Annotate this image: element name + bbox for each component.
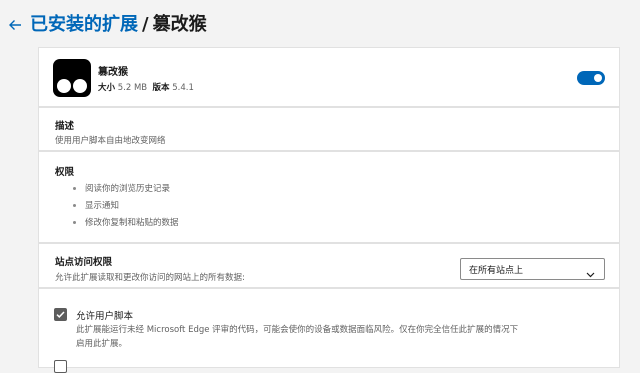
version-label: 版本 [152,83,170,93]
tampermonkey-logo-icon [53,59,91,97]
site-access-title: 站点访问权限 [55,257,113,268]
description-section: 描述 使用用户脚本自由地改变网络 [38,107,620,151]
description-text: 使用用户脚本自由地改变网络 [55,136,166,146]
second-option-checkbox[interactable] [54,360,67,373]
breadcrumb-parent-link[interactable]: 已安装的扩展 [30,14,138,35]
extension-header-card: 篡改猴 大小 5.2 MB 版本 5.4.1 [38,47,620,107]
allow-user-scripts-description: 此扩展能运行未经 Microsoft Edge 评审的代码，可能会使你的设备或数… [76,323,604,351]
breadcrumb-current: 篡改猴 [152,14,207,35]
permission-item: 修改你复制和粘贴的数据 [73,216,179,233]
permissions-section: 权限 阅读你的浏览历史记录 显示通知 修改你复制和粘贴的数据 [38,151,620,243]
chevron-down-icon [586,264,595,278]
breadcrumb-separator: / [142,14,149,35]
extension-enable-toggle[interactable] [577,71,605,85]
allow-user-scripts-label: 允许用户脚本 [76,311,134,322]
site-access-dropdown[interactable]: 在所有站点上 [460,258,605,280]
site-access-section: 站点访问权限 允许此扩展读取和更改你访问的网站上的所有数据: 在所有站点上 [38,243,620,288]
permissions-list: 阅读你的浏览历史记录 显示通知 修改你复制和粘贴的数据 [73,182,179,233]
size-label: 大小 [98,83,116,93]
extension-name: 篡改猴 [98,67,128,78]
page-header: 已安装的扩展 / 篡改猴 [0,0,640,52]
site-access-text: 允许此扩展读取和更改你访问的网站上的所有数据: [55,273,245,283]
extension-meta: 大小 5.2 MB 版本 5.4.1 [98,81,194,93]
options-section: 允许用户脚本 此扩展能运行未经 Microsoft Edge 评审的代码，可能会… [38,288,620,373]
site-access-selected: 在所有站点上 [469,266,524,276]
description-title: 描述 [55,121,75,132]
description-line: 此扩展能运行未经 Microsoft Edge 评审的代码，可能会使你的设备或数… [76,325,519,335]
size-value: 5.2 MB [117,83,148,93]
version-value: 5.4.1 [172,83,194,93]
permission-item: 显示通知 [73,199,179,216]
permissions-title: 权限 [55,167,75,178]
checkmark-icon [56,311,65,318]
allow-user-scripts-checkbox[interactable] [54,308,67,321]
description-line: 启用此扩展。 [76,339,128,349]
back-arrow-icon[interactable] [8,14,24,36]
breadcrumb: 已安装的扩展 / 篡改猴 [30,13,207,37]
permission-item: 阅读你的浏览历史记录 [73,182,179,199]
toggle-knob [594,74,602,82]
